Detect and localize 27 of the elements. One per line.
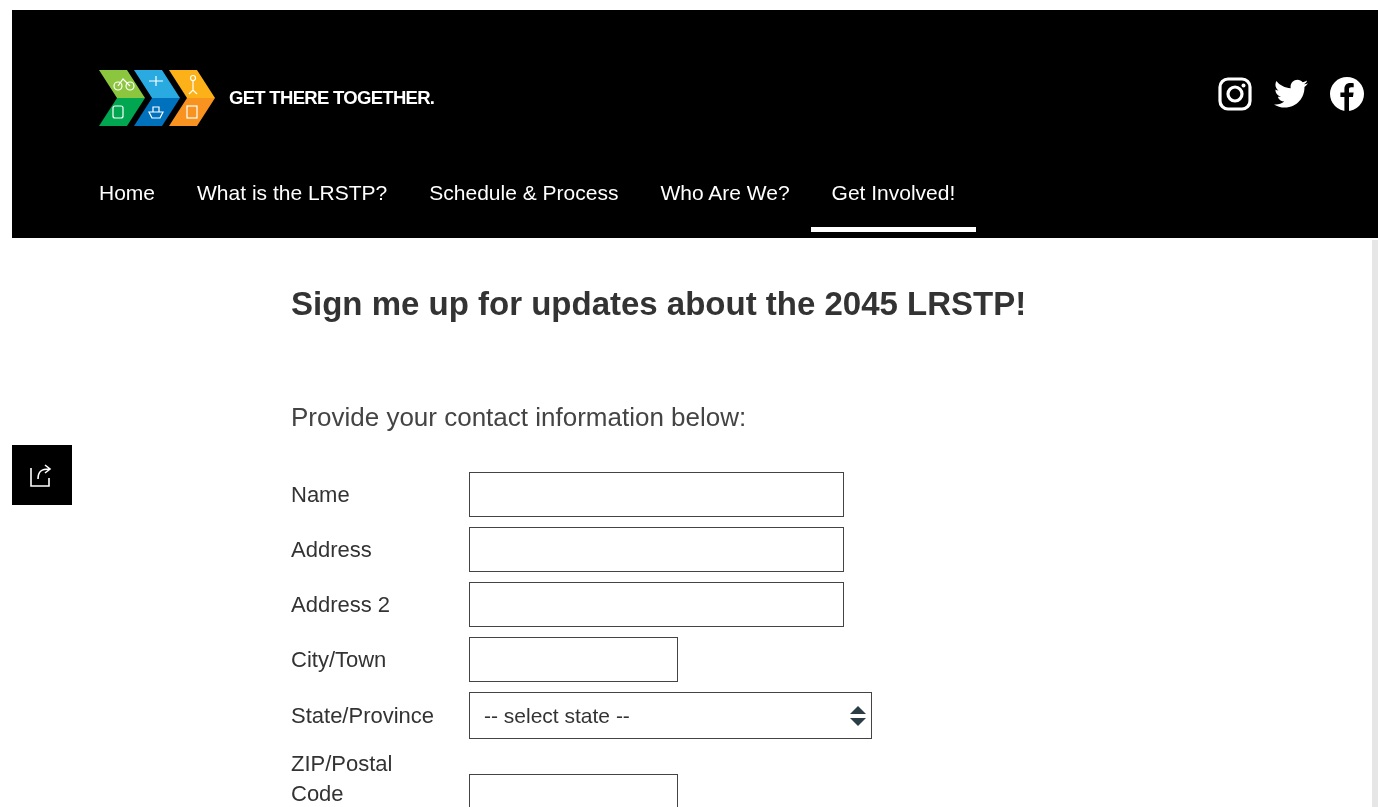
nav-link[interactable]: Schedule & Process bbox=[408, 178, 640, 232]
scrollbar[interactable] bbox=[1372, 240, 1378, 807]
state-dropdown[interactable]: -- select state -- bbox=[469, 692, 872, 739]
field-label: City/Town bbox=[291, 645, 388, 674]
facebook-icon[interactable] bbox=[1330, 77, 1364, 111]
intro-text: Provide your contact information below: bbox=[291, 401, 748, 433]
chevron-logo-icon[interactable] bbox=[99, 70, 215, 126]
sort-arrows-icon bbox=[849, 704, 867, 727]
field-label: ZIP/Postal Code bbox=[291, 750, 394, 807]
input-field[interactable] bbox=[469, 637, 678, 682]
field-label: State/Province bbox=[291, 701, 436, 730]
instagram-icon[interactable] bbox=[1218, 77, 1252, 111]
input-field[interactable] bbox=[469, 582, 844, 627]
nav-link[interactable]: What is the LRSTP? bbox=[176, 178, 409, 232]
nav-link[interactable]: Home bbox=[78, 178, 177, 232]
field-label: Address 2 bbox=[291, 590, 392, 619]
input-field[interactable] bbox=[469, 472, 844, 517]
twitter-icon[interactable] bbox=[1274, 79, 1308, 109]
field-label: Address bbox=[291, 535, 373, 564]
share-button[interactable] bbox=[12, 445, 72, 505]
site-tagline: GET THERE TOGETHER. bbox=[229, 87, 435, 109]
input-field[interactable] bbox=[469, 527, 844, 572]
field-label: Name bbox=[291, 480, 351, 509]
nav-link[interactable]: Who Are We? bbox=[639, 178, 811, 232]
input-field[interactable] bbox=[469, 774, 678, 807]
nav-link[interactable]: Get Involved! bbox=[810, 178, 977, 232]
page-heading: Sign me up for updates about the 2045 LRSTP! bbox=[291, 284, 1028, 324]
